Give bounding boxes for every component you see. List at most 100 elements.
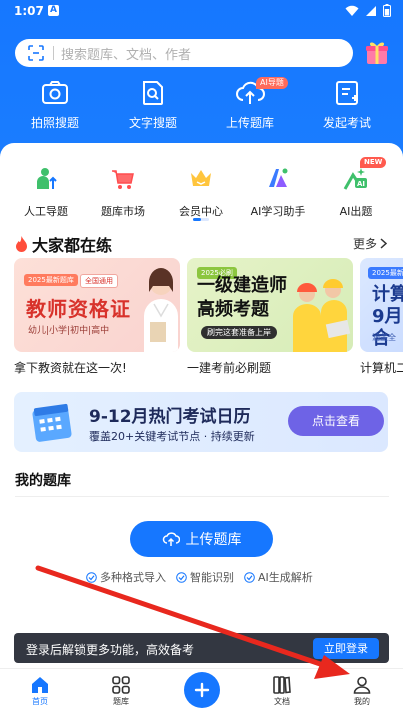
workers-illustration [293, 279, 351, 352]
banner-construction-engineer[interactable]: 2025必刷 一级建造师 高频考题 刷完这套准备上岸 [187, 258, 353, 352]
ai-generate-icon: AI [343, 168, 367, 190]
feature-label: 发起考试 [322, 116, 371, 130]
plus-icon [194, 682, 210, 698]
status-icons [345, 4, 391, 17]
banner-title-line: 9月合 [372, 306, 403, 349]
upload-bank-button[interactable]: 上传题库 [130, 521, 273, 557]
fire-icon [16, 236, 27, 252]
chevron-right-icon [380, 238, 387, 249]
feature-bank-market[interactable]: 题库市场 [83, 165, 163, 219]
ai-import-badge: AI导题 [256, 77, 288, 89]
feature-member-center[interactable]: 会员中心 [161, 165, 241, 219]
banner-subtitle: 幼儿|小学|初中|高中 [28, 326, 110, 336]
wifi-icon [345, 5, 359, 16]
feature-photo-search[interactable]: 拍照搜题 [15, 80, 95, 131]
status-bar: 1:07 A [0, 0, 403, 24]
banner-caption: 拿下教资就在这一次! [14, 361, 127, 375]
books-icon [273, 676, 291, 694]
banner-subtitle: 涵盖全 [372, 333, 396, 342]
feature-tag: AI生成解析 [244, 569, 313, 585]
person-upload-icon [37, 168, 57, 189]
login-prompt-bar: 登录后解锁更多功能，高效备考 立即登录 [14, 633, 389, 663]
login-prompt-text: 登录后解锁更多功能，高效备考 [26, 643, 195, 657]
banner-caption: 计算机二 [360, 361, 403, 375]
exam-calendar-banner[interactable]: 9-12月热门考试日历 覆盖20+关键考试节点 · 持续更新 点击查看 [14, 392, 388, 452]
battery-icon [383, 4, 391, 17]
my-bank-title: 我的题库 [15, 473, 71, 489]
check-shield-icon [86, 571, 97, 583]
banner-title: 教师资格证 [26, 297, 131, 321]
calendar-icon [32, 403, 72, 442]
hot-section-title: 大家都在练 [15, 232, 112, 256]
banner-computer-level[interactable]: 2025最新 计算 9月合 涵盖全 [360, 258, 403, 352]
nav-home[interactable]: 首页 [10, 675, 70, 707]
search-input[interactable]: 搜索题库、文档、作者 [61, 44, 191, 63]
feature-manual-import[interactable]: 人工导题 [6, 165, 86, 219]
feature-text-search[interactable]: 文字搜题 [113, 80, 193, 131]
calendar-title: 9-12月热门考试日历 [89, 407, 251, 427]
nav-label: 文档 [274, 697, 290, 706]
nav-mine[interactable]: 我的 [332, 675, 392, 707]
banner-title-line: 计算 [372, 284, 403, 305]
gift-icon[interactable] [362, 38, 392, 68]
cloud-upload-icon [162, 532, 180, 546]
banner-pill: 刷完这套准备上岸 [201, 326, 277, 339]
upload-bank-label: 上传题库 [185, 532, 242, 548]
feature-label: AI出题 [339, 205, 373, 218]
feature-label: AI学习助手 [250, 205, 306, 218]
banner-title: 一级建造师 高频考题 [197, 274, 287, 322]
top-feature-row: 拍照搜题 文字搜题 上传题库 发起考试 [0, 80, 403, 140]
sub-feature-row: 人工导题 题库市场 会员中心 AI学习助手 AI AI出题 [0, 165, 403, 218]
grid-icon [112, 676, 130, 694]
feature-start-exam[interactable]: 发起考试 [307, 80, 387, 131]
login-button[interactable]: 立即登录 [313, 638, 379, 659]
nav-bank[interactable]: 题库 [91, 675, 151, 707]
feature-label: 上传题库 [225, 116, 274, 130]
banner-tag: 2025最新 [368, 267, 403, 279]
more-label: 更多 [352, 237, 377, 251]
feature-tag: 智能识别 [176, 569, 234, 585]
document-search-icon [143, 81, 163, 105]
user-icon [353, 676, 371, 694]
nav-docs[interactable]: 文档 [252, 675, 312, 707]
feature-ai-generate[interactable]: AI AI出题 [316, 165, 396, 219]
signal-icon [366, 5, 376, 16]
add-button[interactable] [184, 672, 220, 708]
feature-tag-label: AI生成解析 [258, 571, 313, 584]
banner-title-line: 高频考题 [197, 299, 269, 320]
nav-label: 我的 [354, 697, 370, 706]
teacher-illustration [144, 268, 178, 352]
home-icon [32, 677, 48, 693]
feature-tags: 多种格式导入 智能识别 AI生成解析 [86, 569, 313, 585]
scan-icon[interactable] [27, 44, 45, 62]
banner-tag: 2025最新题库 [24, 274, 78, 286]
search-bar[interactable]: 搜索题库、文档、作者 [15, 39, 353, 67]
feature-label: 题库市场 [101, 205, 145, 218]
svg-text:AI: AI [357, 180, 365, 188]
check-shield-icon [176, 571, 187, 583]
calendar-view-button[interactable]: 点击查看 [288, 406, 384, 436]
notification-a-icon: A [48, 5, 59, 16]
more-link[interactable]: 更多 [353, 235, 387, 252]
new-badge: NEW [360, 157, 387, 168]
nav-label: 题库 [113, 697, 129, 706]
exam-doc-icon [336, 81, 358, 105]
banner-title-line: 一级建造师 [197, 275, 287, 296]
crown-icon [191, 170, 211, 186]
check-shield-icon [244, 571, 255, 583]
hot-section-label: 大家都在练 [32, 236, 113, 255]
feature-scroll-indicator [193, 218, 209, 221]
search-divider [53, 46, 54, 60]
feature-tag-label: 智能识别 [190, 571, 234, 584]
status-time: 1:07 [14, 4, 44, 18]
feature-label: 拍照搜题 [30, 116, 79, 130]
divider [15, 496, 389, 497]
feature-ai-assistant[interactable]: AI学习助手 [238, 165, 318, 219]
feature-label: 人工导题 [24, 205, 68, 218]
camera-icon [42, 81, 68, 104]
feature-tag: 多种格式导入 [86, 569, 166, 585]
banner-tag: 全国通用 [80, 274, 118, 288]
cart-icon [112, 170, 134, 189]
banner-teacher-cert[interactable]: 2025最新题库 全国通用 教师资格证 幼儿|小学|初中|高中 [14, 258, 180, 352]
feature-tag-label: 多种格式导入 [100, 571, 166, 584]
